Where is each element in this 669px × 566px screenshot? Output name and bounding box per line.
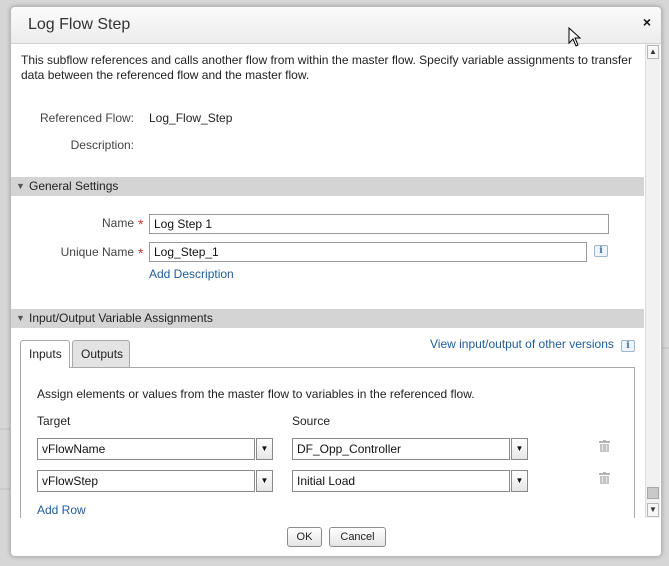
general-settings-header[interactable]: ▼ General Settings: [11, 177, 644, 196]
required-marker: *: [138, 216, 144, 232]
referenced-flow-value: Log_Flow_Step: [149, 111, 233, 125]
target-combo[interactable]: vFlowStep ▼: [37, 470, 274, 492]
info-icon[interactable]: i: [594, 245, 608, 257]
source-combo[interactable]: Initial Load ▼: [292, 470, 529, 492]
dialog-content: This subflow references and calls anothe…: [11, 44, 644, 518]
trash-icon[interactable]: [599, 440, 610, 452]
referenced-flow-label: Referenced Flow:: [39, 111, 134, 125]
description-label: Description:: [70, 138, 134, 152]
add-row-link[interactable]: Add Row: [37, 503, 86, 517]
collapse-triangle-icon: ▼: [16, 313, 25, 323]
add-description-link[interactable]: Add Description: [149, 267, 234, 281]
source-input[interactable]: DF_Opp_Controller: [292, 438, 510, 460]
intro-text: This subflow references and calls anothe…: [21, 53, 632, 82]
chevron-down-icon[interactable]: ▼: [511, 470, 528, 492]
close-icon[interactable]: ×: [643, 14, 651, 30]
name-label: Name: [101, 216, 134, 230]
chevron-down-icon[interactable]: ▼: [511, 438, 528, 460]
dialog-title: Log Flow Step: [28, 16, 131, 33]
scroll-up-icon[interactable]: ▲: [647, 45, 659, 59]
trash-icon[interactable]: [599, 472, 610, 484]
scrollbar-thumb[interactable]: [647, 487, 659, 499]
chevron-down-icon[interactable]: ▼: [256, 470, 273, 492]
target-input[interactable]: vFlowName: [37, 438, 255, 460]
io-assignments-header[interactable]: ▼ Input/Output Variable Assignments: [11, 309, 644, 328]
source-combo[interactable]: DF_Opp_Controller ▼: [292, 438, 529, 460]
scroll-down-icon[interactable]: ▼: [647, 503, 659, 517]
unique-name-input[interactable]: Log_Step_1: [149, 242, 587, 262]
subflow-dialog: Log Flow Step × This subflow references …: [10, 6, 662, 557]
target-input[interactable]: vFlowStep: [37, 470, 255, 492]
inputs-panel: Assign elements or values from the maste…: [20, 367, 635, 518]
chevron-down-icon[interactable]: ▼: [256, 438, 273, 460]
ok-button[interactable]: OK: [287, 527, 322, 547]
vertical-scrollbar[interactable]: ▲ ▼: [645, 44, 660, 518]
required-marker: *: [138, 245, 144, 261]
general-settings-title: General Settings: [29, 179, 119, 193]
info-icon[interactable]: i: [621, 340, 635, 352]
source-column-header: Source: [292, 414, 331, 428]
cancel-button[interactable]: Cancel: [329, 527, 386, 547]
dialog-footer: OK Cancel: [11, 518, 661, 556]
name-input[interactable]: Log Step 1: [149, 214, 609, 234]
collapse-triangle-icon: ▼: [16, 181, 25, 191]
view-other-versions-link[interactable]: View input/output of other versions: [430, 337, 614, 351]
unique-name-label: Unique Name: [60, 245, 134, 259]
source-input[interactable]: Initial Load: [292, 470, 510, 492]
target-column-header: Target: [37, 414, 71, 428]
io-assignments-title: Input/Output Variable Assignments: [29, 311, 213, 325]
assignment-instructions: Assign elements or values from the maste…: [37, 387, 475, 401]
tab-outputs[interactable]: Outputs: [72, 340, 130, 367]
target-combo[interactable]: vFlowName ▼: [37, 438, 274, 460]
dialog-titlebar: Log Flow Step ×: [11, 7, 661, 47]
tab-inputs[interactable]: Inputs: [20, 340, 70, 368]
